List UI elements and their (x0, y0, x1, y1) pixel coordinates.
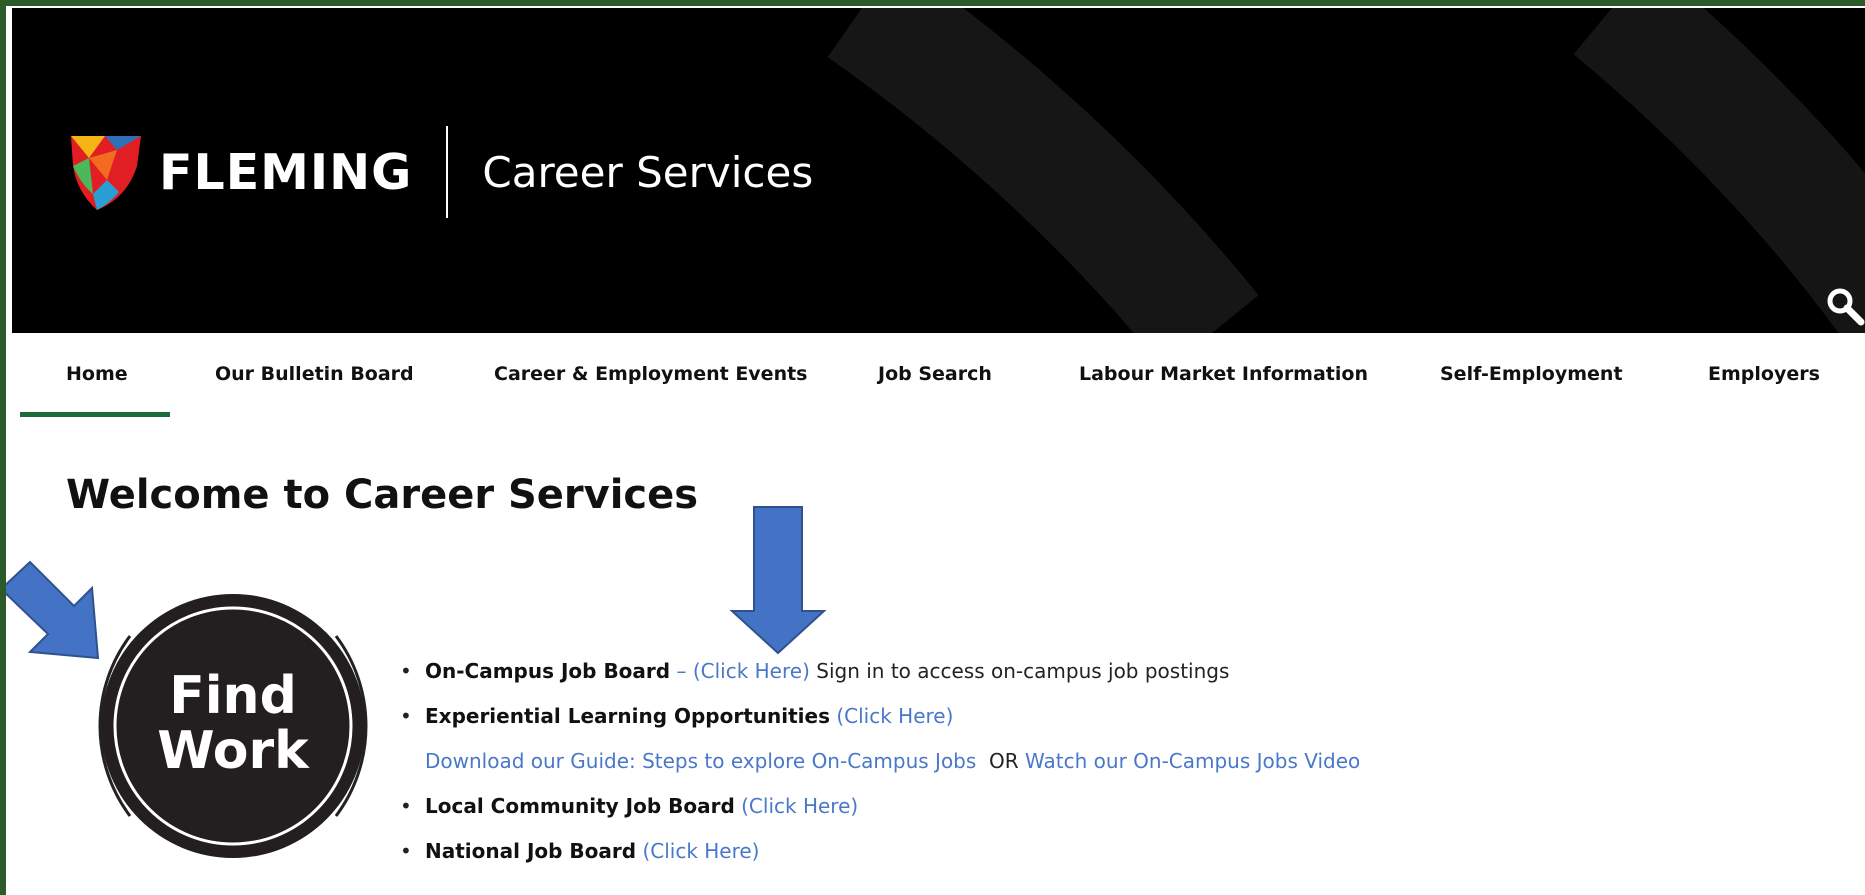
fleming-shield-icon (71, 136, 141, 210)
site-name: Career Services (482, 147, 814, 197)
badge-line1: Find (169, 666, 297, 726)
item-label: National Job Board (425, 839, 637, 863)
search-icon (1827, 288, 1865, 326)
brand-name: FLEMING (159, 143, 413, 201)
click-here-link-local[interactable]: (Click Here) (741, 794, 858, 818)
list-item-experiential: • Experiential Learning Opportunities (Cl… (400, 704, 954, 728)
badge-line2: Work (157, 721, 310, 781)
or-text: OR (976, 749, 1026, 773)
list-item-on-campus: • On-Campus Job Board – (Click Here) Sign… (400, 659, 1230, 683)
list-item-guide: Download our Guide: Steps to explore On-… (400, 745, 1360, 790)
nav-item-labour-market[interactable]: Labour Market Information (1079, 363, 1368, 385)
nav-item-home[interactable]: Home (66, 363, 128, 385)
list-item-local-community: • Local Community Job Board (Click Here) (400, 794, 859, 818)
nav-item-self-employment[interactable]: Self-Employment (1440, 363, 1623, 385)
item-label: Experiential Learning Opportunities (425, 704, 830, 728)
watch-video-link[interactable]: Watch our On-Campus Jobs Video (1025, 749, 1360, 773)
header-divider (446, 126, 449, 218)
nav-item-career-events[interactable]: Career & Employment Events (494, 363, 807, 385)
search-button[interactable] (1825, 286, 1865, 331)
nav-item-job-search[interactable]: Job Search (878, 363, 992, 385)
download-guide-link[interactable]: Download our Guide: Steps to explore On-… (425, 749, 976, 773)
item-label: On-Campus Job Board (425, 659, 671, 683)
click-here-link-on-campus[interactable]: (Click Here) (693, 659, 810, 683)
click-here-link-experiential[interactable]: (Click Here) (836, 704, 953, 728)
click-here-link-national[interactable]: (Click Here) (642, 839, 759, 863)
nav-item-employers[interactable]: Employers (1708, 363, 1820, 385)
logo[interactable]: FLEMING Career Services (67, 126, 813, 218)
list-item-national: • National Job Board (Click Here) (400, 839, 760, 863)
nav-active-indicator (20, 412, 170, 417)
annotation-arrow-down (729, 506, 827, 655)
job-links-list: • On-Campus Job Board – (Click Here) Sign… (400, 655, 1360, 880)
item-label: Local Community Job Board (425, 794, 735, 818)
site-header: FLEMING Career Services (12, 8, 1865, 333)
main-nav: Home Our Bulletin Board Career & Employm… (12, 333, 1865, 418)
nav-item-bulletin-board[interactable]: Our Bulletin Board (215, 363, 414, 385)
annotation-arrow-diagonal (0, 560, 100, 660)
page-title: Welcome to Career Services (66, 472, 699, 518)
dash: – (670, 659, 693, 683)
find-work-badge[interactable]: Find Work (78, 586, 388, 866)
item-description: Sign in to access on-campus job postings (809, 659, 1230, 683)
